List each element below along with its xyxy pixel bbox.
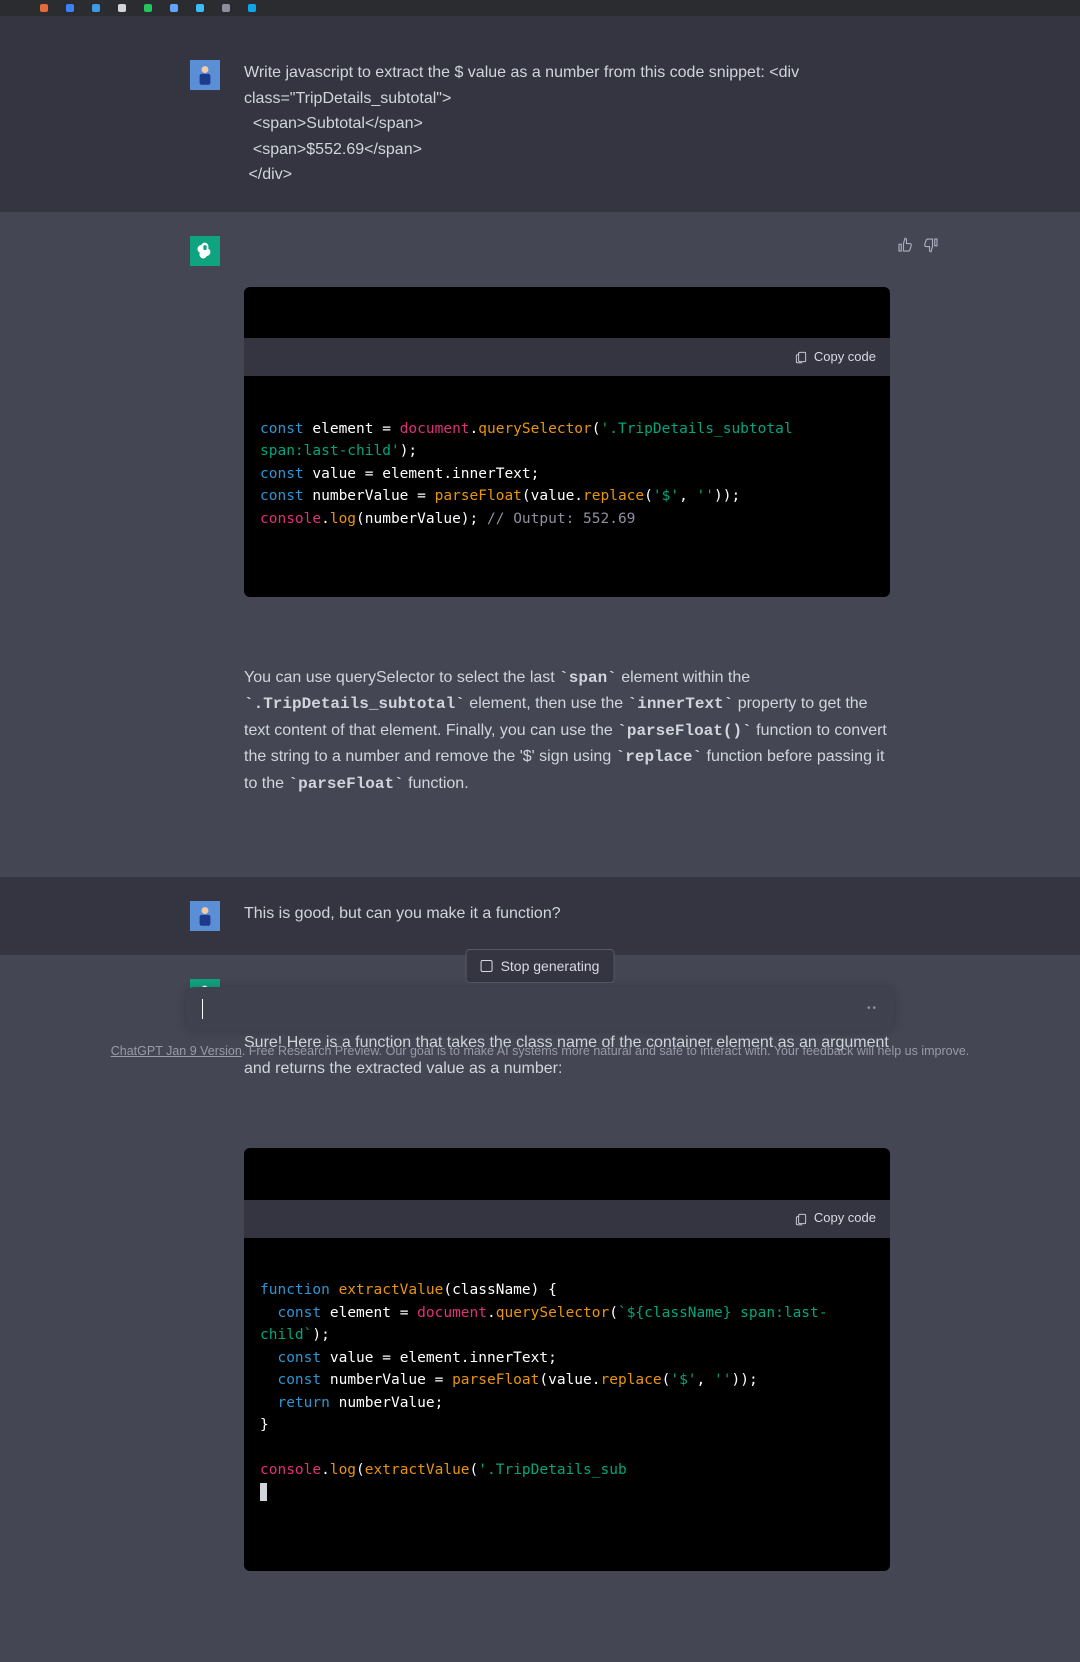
footer-text: . Free Research Preview. Our goal is to … — [242, 1044, 969, 1058]
stop-generating-button[interactable]: Stop generating — [466, 949, 615, 983]
tab-icon — [170, 4, 178, 12]
tab-icon — [92, 4, 100, 12]
assistant-explanation: You can use querySelector to select the … — [244, 665, 890, 798]
code-block: Copy code function extractValue(classNam… — [244, 1148, 890, 1571]
code-content: const element = document.querySelector('… — [244, 402, 890, 546]
version-link[interactable]: ChatGPT Jan 9 Version — [111, 1044, 242, 1058]
user-avatar — [190, 60, 220, 90]
thumbs-up-icon[interactable] — [896, 236, 914, 254]
generation-cursor — [260, 1483, 267, 1501]
tab-icon — [222, 4, 230, 12]
stop-generating-label: Stop generating — [501, 958, 600, 974]
message-input[interactable] — [203, 1000, 867, 1018]
copy-code-button[interactable]: Copy code — [794, 1208, 876, 1229]
user-avatar — [190, 901, 220, 931]
message-input-container[interactable]: •• — [186, 987, 894, 1031]
message-row-user: This is good, but can you make it a func… — [0, 877, 1080, 955]
thumbs-down-icon[interactable] — [922, 236, 940, 254]
clipboard-icon — [794, 350, 808, 364]
tab-icon — [196, 4, 204, 12]
tab-icon — [40, 4, 48, 12]
feedback-buttons — [896, 236, 940, 254]
conversation-thread: Write javascript to extract the $ value … — [0, 16, 1080, 1662]
stop-icon — [481, 960, 493, 972]
clipboard-icon — [794, 1212, 808, 1226]
code-header: Copy code — [244, 1200, 890, 1238]
code-content: function extractValue(className) { const… — [244, 1263, 890, 1520]
code-header: Copy code — [244, 338, 890, 376]
copy-code-label: Copy code — [814, 1208, 876, 1229]
code-block: Copy code const element = document.query… — [244, 287, 890, 597]
send-icon[interactable]: •• — [867, 1001, 878, 1017]
tab-icon — [118, 4, 126, 12]
message-row-assistant: Copy code const element = document.query… — [0, 212, 1080, 877]
copy-code-label: Copy code — [814, 347, 876, 368]
user-message-text: This is good, but can you make it a func… — [244, 901, 890, 931]
tab-icon — [248, 4, 256, 12]
user-message-text: Write javascript to extract the $ value … — [244, 60, 890, 188]
assistant-message: Copy code const element = document.query… — [244, 236, 890, 853]
copy-code-button[interactable]: Copy code — [794, 347, 876, 368]
browser-tab-strip — [0, 0, 1080, 16]
tab-icon — [144, 4, 152, 12]
assistant-message: Sure! Here is a function that takes the … — [244, 979, 890, 1638]
tab-icon — [66, 4, 74, 12]
assistant-avatar — [190, 236, 220, 266]
footer-disclaimer: ChatGPT Jan 9 Version. Free Research Pre… — [0, 1041, 1080, 1061]
message-row-user: Write javascript to extract the $ value … — [0, 36, 1080, 212]
